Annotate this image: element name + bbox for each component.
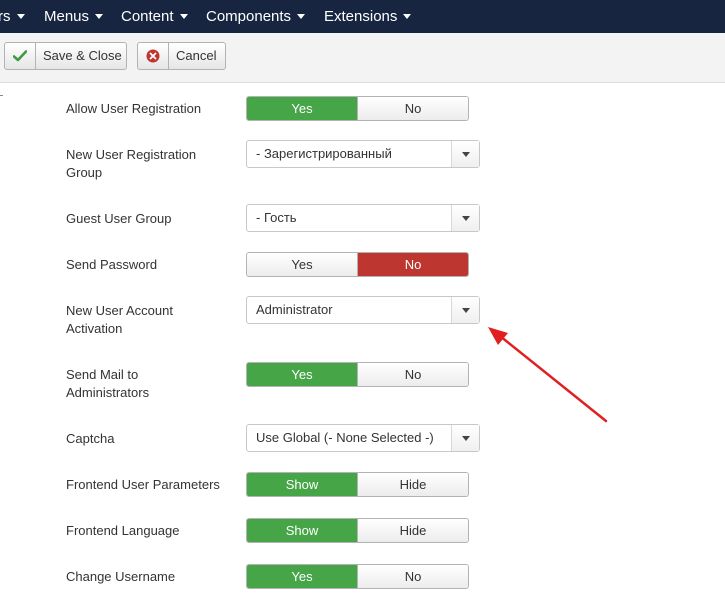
new-user-group-value: - Зарегистрированный <box>256 146 392 161</box>
nav-menu-menus[interactable]: Menus <box>44 0 104 33</box>
cancel-label: Cancel <box>176 48 217 63</box>
change-username-toggle: Yes No <box>246 564 469 589</box>
captcha-label: Captcha <box>66 431 115 446</box>
guest-group-label: Guest User Group <box>66 211 172 226</box>
nav-menu-content[interactable]: Content <box>121 0 188 33</box>
chevron-down-icon <box>297 13 306 19</box>
change-username-label: Change Username <box>66 569 176 584</box>
nav-menu-users[interactable]: rs <box>0 0 25 33</box>
frontend-language-show[interactable]: Show <box>247 519 357 542</box>
new-user-group-select[interactable]: - Зарегистрированный <box>246 140 480 168</box>
change-username-yes[interactable]: Yes <box>247 565 357 588</box>
frontend-language-toggle: Show Hide <box>246 518 469 543</box>
send-password-label: Send Password <box>66 257 158 272</box>
dropdown-arrow-icon <box>451 425 479 451</box>
allow-registration-label: Allow User Registration <box>66 101 202 116</box>
toolbar: Save & Close Cancel <box>0 33 725 83</box>
frontend-params-toggle: Show Hide <box>246 472 469 497</box>
change-username-no[interactable]: No <box>357 565 468 588</box>
captcha-value: Use Global (- None Selected -) <box>256 430 434 445</box>
save-close-button[interactable]: Save & Close <box>4 42 127 70</box>
send-password-no[interactable]: No <box>357 253 468 276</box>
send-mail-admins-toggle: Yes No <box>246 362 469 387</box>
send-mail-admins-label: Send Mail to Administrators <box>66 367 150 400</box>
cancel-button[interactable]: Cancel <box>137 42 226 70</box>
allow-registration-yes[interactable]: Yes <box>247 97 357 120</box>
dropdown-arrow-icon <box>451 205 479 231</box>
allow-registration-no[interactable]: No <box>357 97 468 120</box>
send-mail-admins-no[interactable]: No <box>357 363 468 386</box>
frontend-params-hide[interactable]: Hide <box>357 473 468 496</box>
dropdown-arrow-icon <box>451 297 479 323</box>
account-activation-value: Administrator <box>256 302 333 317</box>
nav-menu-extensions[interactable]: Extensions <box>324 0 412 33</box>
nav-menu-components[interactable]: Components <box>206 0 306 33</box>
send-password-toggle: Yes No <box>246 252 469 277</box>
guest-group-select[interactable]: - Гость <box>246 204 480 232</box>
dropdown-arrow-icon <box>451 141 479 167</box>
frontend-params-label: Frontend User Parameters <box>66 477 220 492</box>
allow-registration-toggle: Yes No <box>246 96 469 121</box>
frontend-params-show[interactable]: Show <box>247 473 357 496</box>
account-activation-label: New User Account Activation <box>66 303 173 336</box>
cancel-icon <box>138 43 169 69</box>
account-activation-select[interactable]: Administrator <box>246 296 480 324</box>
send-password-yes[interactable]: Yes <box>247 253 357 276</box>
frontend-language-hide[interactable]: Hide <box>357 519 468 542</box>
captcha-select[interactable]: Use Global (- None Selected -) <box>246 424 480 452</box>
new-user-group-label: New User Registration Group <box>66 147 197 180</box>
chevron-down-icon <box>16 13 25 19</box>
chevron-down-icon <box>179 13 188 19</box>
save-close-label: Save & Close <box>43 48 122 63</box>
top-navbar: rs Menus Content Components Extensions <box>0 0 725 33</box>
send-mail-admins-yes[interactable]: Yes <box>247 363 357 386</box>
guest-group-value: - Гость <box>256 210 297 225</box>
chevron-down-icon <box>95 13 104 19</box>
checkmark-icon <box>5 43 36 69</box>
chevron-down-icon <box>403 13 412 19</box>
frontend-language-label: Frontend Language <box>66 523 180 538</box>
divider <box>0 95 3 96</box>
